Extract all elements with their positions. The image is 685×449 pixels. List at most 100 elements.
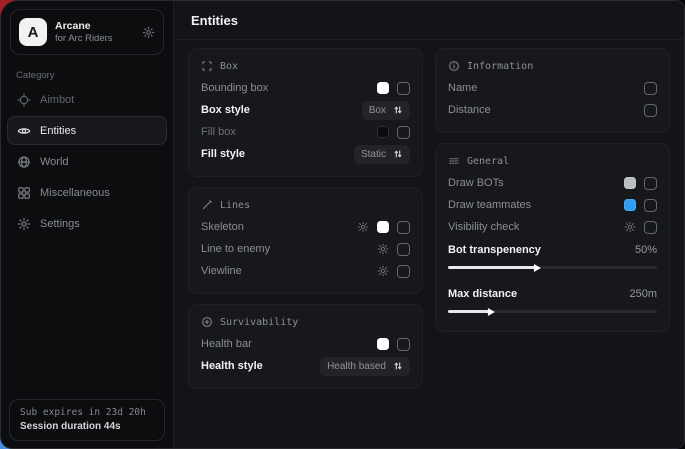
health-style-dropdown[interactable]: Health based [320,357,410,376]
brand-card: A Arcane for Arc Riders [10,9,164,55]
checkbox[interactable] [397,221,410,234]
setting-row-draw-bots: Draw BOTs [448,172,657,194]
box-card-header: Box [201,60,410,72]
survivability-card-header: Survivability [201,316,410,328]
sidebar-item-aimbot[interactable]: Aimbot [7,85,167,114]
sidebar-item-label: World [40,156,69,168]
checkbox[interactable] [397,338,410,351]
gear-icon [17,217,31,231]
setting-row-fill-style: Fill style Static [201,143,410,165]
checkbox[interactable] [397,82,410,95]
dotted-grid-icon [448,155,460,167]
brand-text: Arcane for Arc Riders [55,20,113,44]
chevron-up-down-icon [393,361,403,371]
sidebar-item-label: Settings [40,218,80,230]
right-column: Information Name Distance [435,48,670,389]
setting-row-max-distance: Max distance 250m [448,283,657,313]
gear-icon[interactable] [624,221,636,233]
general-card: General Draw BOTs Draw teammates [435,143,670,332]
checkbox[interactable] [644,199,657,212]
sidebar-item-entities[interactable]: Entities [7,116,167,145]
setting-row-health-bar: Health bar [201,333,410,355]
health-cross-icon [201,316,213,328]
sidebar-item-label: Aimbot [40,94,74,106]
max-distance-slider[interactable] [448,310,657,313]
setting-row-health-style: Health style Health based [201,355,410,377]
brand-title: Arcane [55,20,113,32]
setting-label: Skeleton [201,221,244,233]
dropdown-value: Static [361,149,386,160]
lines-card: Lines Skeleton [188,187,423,294]
setting-label: Box style [201,104,250,116]
information-card-header: Information [448,60,657,72]
setting-label: Bounding box [201,82,268,94]
fill-style-dropdown[interactable]: Static [354,145,410,164]
survivability-card: Survivability Health bar Health style [188,304,423,389]
setting-label: Visibility check [448,221,519,233]
card-title-label: Box [220,61,238,72]
settings-columns: Box Bounding box Box style [174,40,684,397]
card-title-label: General [467,156,509,167]
app-window: A Arcane for Arc Riders Category Aimbot [0,0,685,449]
setting-row-distance: Distance [448,99,657,121]
color-swatch[interactable] [624,177,636,189]
color-swatch[interactable] [377,221,389,233]
checkbox[interactable] [397,243,410,256]
general-card-header: General [448,155,657,167]
sidebar-item-miscellaneous[interactable]: Miscellaneous [7,178,167,207]
checkbox[interactable] [397,126,410,139]
crosshair-icon [17,93,31,107]
color-swatch[interactable] [377,82,389,94]
sidebar-item-label: Miscellaneous [40,187,110,199]
sidebar-item-settings[interactable]: Settings [7,209,167,238]
slider-fill [448,266,536,269]
slider-thumb[interactable] [488,308,495,316]
grid-icon [17,186,31,200]
dropdown-value: Box [369,105,386,116]
checkbox[interactable] [644,177,657,190]
setting-label: Max distance [448,288,517,300]
globe-icon [17,155,31,169]
info-icon [448,60,460,72]
setting-row-draw-teammates: Draw teammates [448,194,657,216]
information-card: Information Name Distance [435,48,670,133]
app-logo-letter: A [28,24,39,41]
setting-label: Health style [201,360,263,372]
slider-label-row: Max distance 250m [448,283,657,305]
box-card: Box Bounding box Box style [188,48,423,177]
checkbox[interactable] [644,221,657,234]
setting-label: Fill box [201,126,236,138]
slider-value: 50% [635,244,657,256]
gear-icon[interactable] [377,243,389,255]
pencil-line-icon [201,199,213,211]
chevron-up-down-icon [393,105,403,115]
sidebar-item-world[interactable]: World [7,147,167,176]
gear-icon[interactable] [357,221,369,233]
gear-icon[interactable] [142,26,155,39]
setting-label: Name [448,82,477,94]
session-duration-text: Session duration 44s [20,421,154,432]
app-logo: A [19,18,47,46]
main-panel: Entities Box Bounding box [174,1,684,448]
sidebar: A Arcane for Arc Riders Category Aimbot [1,1,174,448]
bot-transparency-slider[interactable] [448,266,657,269]
chevron-up-down-icon [393,149,403,159]
box-style-dropdown[interactable]: Box [362,101,410,120]
gear-icon[interactable] [377,265,389,277]
lines-card-header: Lines [201,199,410,211]
setting-label: Line to enemy [201,243,270,255]
setting-row-bounding-box: Bounding box [201,77,410,99]
checkbox[interactable] [644,104,657,117]
color-swatch[interactable] [377,126,389,138]
card-title-label: Information [467,61,533,72]
slider-fill [448,310,490,313]
slider-thumb[interactable] [534,264,541,272]
dropdown-value: Health based [327,361,386,372]
checkbox[interactable] [644,82,657,95]
color-swatch[interactable] [624,199,636,211]
category-label: Category [16,70,173,81]
subscription-info: Sub expires in 23d 20h Session duration … [9,399,165,441]
checkbox[interactable] [397,265,410,278]
setting-row-fill-box: Fill box [201,121,410,143]
color-swatch[interactable] [377,338,389,350]
